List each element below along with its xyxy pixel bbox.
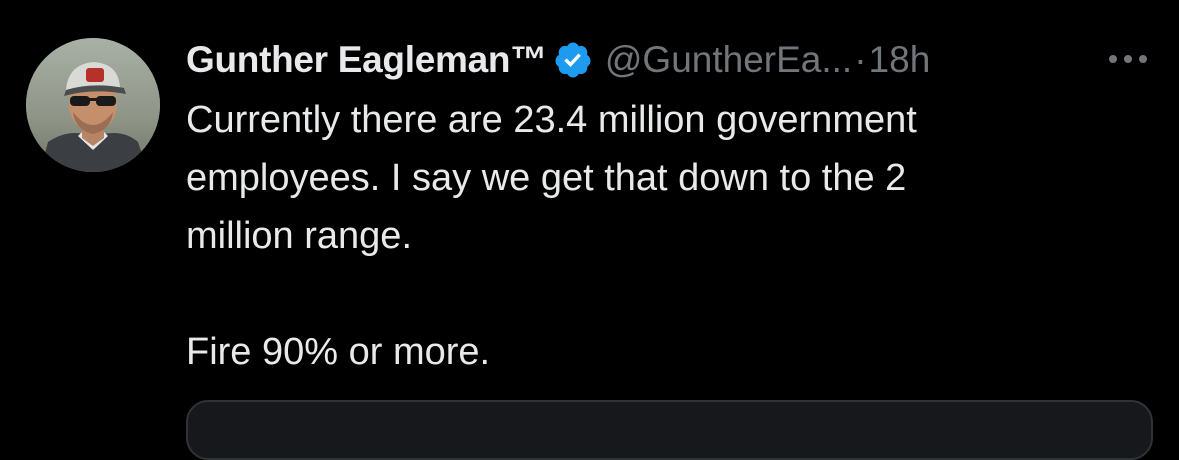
display-name[interactable]: Gunther Eagleman™ xyxy=(186,39,547,81)
timestamp[interactable]: 18h xyxy=(869,39,931,81)
avatar-photo xyxy=(26,38,160,172)
tweet-text-line: Currently there are 23.4 million governm… xyxy=(186,99,917,141)
separator-dot: · xyxy=(854,39,867,80)
verified-badge-icon[interactable] xyxy=(553,40,593,80)
more-dot xyxy=(1139,55,1147,63)
tweet-text-line: Fire 90% or more. xyxy=(186,331,491,373)
tweet[interactable]: Gunther Eagleman™ @GuntherEa... · 18h Cu… xyxy=(0,0,1179,460)
tweet-text-line: million range. xyxy=(186,215,412,257)
more-dot xyxy=(1124,55,1132,63)
tweet-text-line: employees. I say we get that down to the… xyxy=(186,157,907,199)
user-handle[interactable]: @GuntherEa... xyxy=(605,39,852,81)
more-options-icon[interactable] xyxy=(1098,44,1158,74)
tweet-text: Currently there are 23.4 million governm… xyxy=(186,91,1086,381)
media-card[interactable] xyxy=(186,400,1153,460)
more-dot xyxy=(1109,55,1117,63)
tweet-header: Gunther Eagleman™ @GuntherEa... · 18h xyxy=(186,30,930,90)
avatar[interactable] xyxy=(26,38,160,172)
